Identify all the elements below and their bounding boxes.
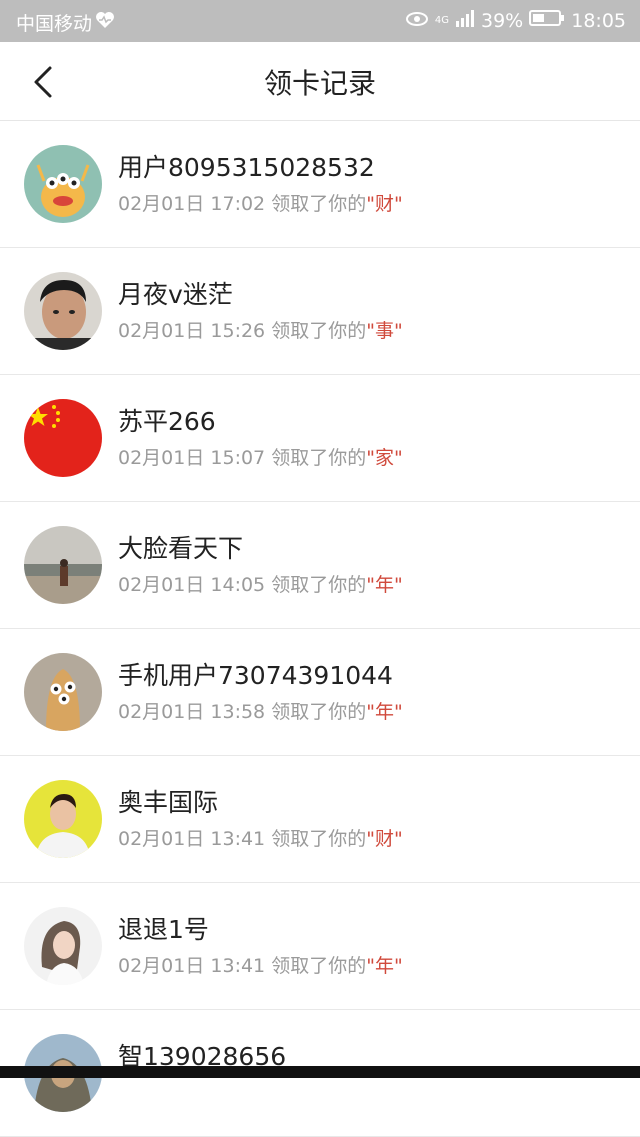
- signal-icon: [455, 9, 475, 32]
- list-item[interactable]: 退退1号 02月01日 13:41 领取了你的"年": [0, 883, 640, 1010]
- record-time: 02月01日 13:41: [118, 828, 266, 850]
- network-label: 4G: [434, 15, 449, 26]
- record-detail: 02月01日 15:07 领取了你的"家": [118, 443, 403, 470]
- card-name: "年": [366, 701, 403, 723]
- card-name: "家": [366, 447, 403, 469]
- list-item[interactable]: 奥丰国际 02月01日 13:41 领取了你的"财": [0, 756, 640, 883]
- record-action: 领取了你的: [271, 828, 367, 850]
- record-detail: 02月01日 13:58 领取了你的"年": [118, 697, 403, 724]
- page-title: 领卡记录: [263, 67, 376, 100]
- record-time: 02月01日 15:26: [118, 320, 266, 342]
- status-right: 4G 39% 18:05: [405, 9, 626, 32]
- user-name: 月夜v迷茫: [118, 280, 233, 309]
- carrier-label: 中国移动: [16, 13, 93, 35]
- record-action: 领取了你的: [271, 701, 367, 723]
- avatar-photo: [24, 272, 102, 350]
- record-detail: 02月01日 14:05 领取了你的"年": [118, 570, 403, 597]
- card-name: "年": [366, 955, 403, 977]
- record-time: 02月01日 15:07: [118, 447, 266, 469]
- list-item[interactable]: 苏平266 02月01日 15:07 领取了你的"家": [0, 375, 640, 502]
- list-item[interactable]: 月夜v迷茫 02月01日 15:26 领取了你的"事": [0, 248, 640, 375]
- user-name: 大脸看天下: [118, 534, 244, 563]
- record-detail: 02月01日 15:26 领取了你的"事": [118, 316, 403, 343]
- record-action: 领取了你的: [271, 320, 367, 342]
- record-action: 领取了你的: [271, 447, 367, 469]
- battery-percent: 39%: [481, 9, 524, 32]
- card-name: "年": [366, 574, 403, 596]
- user-name: 手机用户73074391044: [118, 661, 393, 690]
- list-item[interactable]: 手机用户73074391044 02月01日 13:58 领取了你的"年": [0, 629, 640, 756]
- card-name: "财": [366, 828, 403, 850]
- avatar-flag-icon: [24, 399, 102, 477]
- eye-icon: [405, 10, 429, 32]
- record-detail: 02月01日 13:41 领取了你的"年": [118, 951, 403, 978]
- list-item[interactable]: 大脸看天下 02月01日 14:05 领取了你的"年": [0, 502, 640, 629]
- record-time: 02月01日 13:41: [118, 955, 266, 977]
- record-time: 02月01日 17:02: [118, 193, 266, 215]
- record-time: 02月01日 14:05: [118, 574, 266, 596]
- record-detail: 02月01日 13:41 领取了你的"财": [118, 824, 403, 851]
- avatar-monster-icon: [24, 653, 102, 731]
- list-item[interactable]: 用户8095315028532 02月01日 17:02 领取了你的"财": [0, 121, 640, 248]
- avatar-beach-photo: [24, 526, 102, 604]
- header: 领卡记录: [0, 42, 640, 121]
- record-action: 领取了你的: [271, 574, 367, 596]
- bottom-edge-bar: [0, 1066, 640, 1078]
- avatar-photo: [24, 780, 102, 858]
- avatar-monster-icon: [24, 145, 102, 223]
- record-action: 领取了你的: [271, 955, 367, 977]
- heart-icon: [94, 10, 116, 35]
- status-left: 中国移动: [16, 9, 116, 36]
- battery-icon: [529, 9, 565, 32]
- card-name: "财": [366, 193, 403, 215]
- record-time: 02月01日 13:58: [118, 701, 266, 723]
- avatar-photo: [24, 907, 102, 985]
- user-name: 苏平266: [118, 407, 216, 436]
- user-name: 奥丰国际: [118, 788, 219, 817]
- record-list: 用户8095315028532 02月01日 17:02 领取了你的"财" 月夜…: [0, 121, 640, 1137]
- clock: 18:05: [571, 9, 626, 32]
- card-name: "事": [366, 320, 403, 342]
- record-action: 领取了你的: [271, 193, 367, 215]
- record-detail: 02月01日 17:02 领取了你的"财": [118, 189, 403, 216]
- status-bar: 中国移动 4G 39% 18:05: [0, 0, 640, 42]
- user-name: 用户8095315028532: [118, 153, 375, 182]
- user-name: 退退1号: [118, 915, 209, 944]
